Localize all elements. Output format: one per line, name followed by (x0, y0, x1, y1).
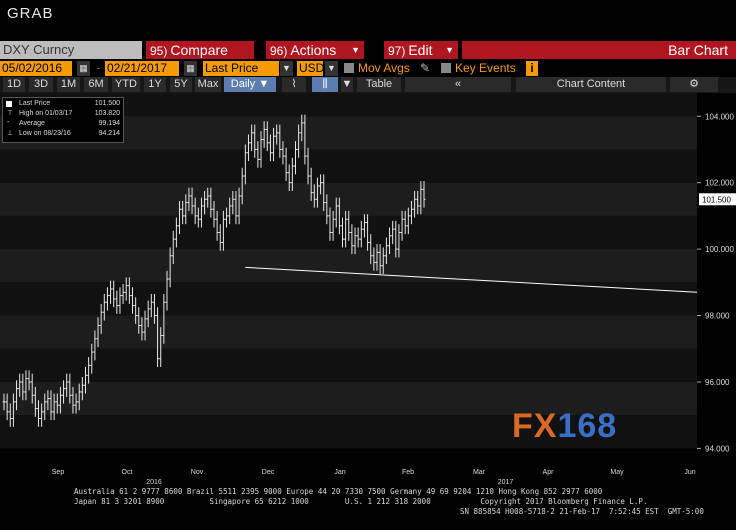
last-price-swatch (6, 101, 12, 107)
y-tick-label: 98.000 (705, 312, 730, 321)
year-label: 2016 (146, 479, 162, 485)
collapse-icon[interactable]: « (405, 77, 511, 92)
key-events-label: Key Events (455, 61, 516, 75)
title-bar: GRAB (0, 0, 736, 40)
date-separator: - (92, 61, 105, 76)
x-tick-label: Dec (262, 469, 275, 476)
average-marker-icon: - (7, 119, 10, 126)
y-tick-label: 94.000 (705, 444, 730, 453)
mov-avgs-label: Mov Avgs (358, 61, 410, 75)
footer-contacts-2: Japan 81 3 3201 8900 Singapore 65 6212 1… (74, 497, 648, 506)
end-date-field[interactable]: 02/21/2017 (105, 61, 179, 76)
grid-band (0, 149, 697, 183)
chart-svg: 104.000 102.000 100.000 98.000 96.000 94.000 S… (0, 93, 736, 486)
chart-type-button[interactable]: Bar Chart (462, 41, 736, 59)
legend-last-price-value: 101.500 (94, 100, 120, 107)
watermark-168: 168 (557, 407, 618, 445)
ticker-field[interactable]: DXY Curncy (0, 41, 142, 59)
period-button-max[interactable]: Max (195, 77, 221, 92)
grid-band (0, 348, 697, 382)
calendar-icon[interactable]: ▦ (77, 61, 90, 76)
chevron-down-icon: ▼ (258, 78, 270, 90)
key-events-checkbox[interactable] (441, 63, 451, 73)
actions-num: 96) (270, 44, 288, 58)
chevron-down-icon[interactable]: ▼ (325, 61, 338, 76)
x-tick-label: Apr (543, 469, 555, 476)
x-tick-label: Sep (52, 469, 65, 476)
currency-select[interactable]: USD (297, 61, 324, 76)
y-tick-label: 102.000 (705, 179, 734, 188)
edit-num: 97) (388, 44, 406, 58)
period-button-1m[interactable]: 1M (57, 77, 80, 92)
low-marker-icon: ⊥ (7, 130, 14, 137)
period-button-3d[interactable]: 3D (29, 77, 53, 92)
edit-menu-button[interactable]: 97) Edit ▼ (384, 41, 458, 59)
period-button-1y[interactable]: 1Y (144, 77, 166, 92)
y-tick-label: 96.000 (705, 378, 730, 387)
chevron-down-icon[interactable]: ▼ (280, 61, 293, 76)
edit-label: Edit (408, 42, 433, 58)
compare-button[interactable]: 95) Compare (146, 41, 254, 59)
x-tick-label: Nov (191, 469, 204, 476)
mov-avgs-checkbox[interactable] (344, 63, 354, 73)
y-tick-label: 100.000 (705, 245, 734, 254)
legend-average-value: 99.194 (98, 120, 120, 127)
start-date-field[interactable]: 05/02/2016 (0, 61, 72, 76)
footer: Australia 61 2 9777 8600 Brazil 5511 239… (0, 486, 736, 530)
actions-dropdown-icon: ▼ (351, 45, 360, 55)
axis-background (697, 93, 736, 465)
actions-label: Actions (290, 42, 337, 58)
period-button-5y[interactable]: 5Y (170, 77, 192, 92)
window-title: GRAB (7, 5, 54, 22)
legend-last-price-label: Last Price (19, 100, 51, 107)
y-tick-label: 104.000 (705, 112, 734, 121)
chart-legend: Last Price 101.500 ⊤ High on 01/03/17 10… (2, 97, 124, 143)
grid-band (0, 249, 697, 283)
edit-dropdown-icon: ▼ (445, 45, 454, 55)
frequency-label: Daily (230, 78, 256, 90)
calendar-icon[interactable]: ▦ (184, 61, 197, 76)
grid-band (0, 182, 697, 216)
year-label: 2017 (498, 479, 514, 485)
info-icon[interactable]: i (526, 61, 538, 76)
x-tick-label: Jun (684, 469, 695, 476)
legend-high-value: 103.820 (94, 110, 120, 117)
compare-label: Compare (170, 42, 228, 58)
x-tick-label: Feb (402, 469, 414, 476)
period-button-1d[interactable]: 1D (3, 77, 25, 92)
x-tick-label: May (610, 469, 624, 476)
footer-session: SN 885854 H008-5718-2 21-Feb-17 7:52:45 … (460, 507, 704, 516)
period-button-ytd[interactable]: YTD (112, 77, 140, 92)
period-button-6m[interactable]: 6M (84, 77, 108, 92)
actions-menu-button[interactable]: 96) Actions ▼ (266, 41, 364, 59)
x-axis-background (0, 465, 736, 485)
watermark-fx: FX (512, 407, 558, 445)
table-button[interactable]: Table (357, 77, 401, 92)
x-tick-label: Oct (122, 469, 133, 476)
frequency-select[interactable]: Daily ▼ (224, 77, 276, 92)
high-marker-icon: ⊤ (7, 110, 14, 117)
price-chart[interactable]: 104.000 102.000 100.000 98.000 96.000 94.000 S… (0, 93, 736, 486)
footer-contacts: Australia 61 2 9777 8600 Brazil 5511 239… (74, 487, 603, 496)
legend-low-label: Low on 08/23/16 (19, 130, 71, 137)
price-field-select[interactable]: Last Price (203, 61, 279, 76)
line-chart-icon[interactable]: ⌇ (282, 77, 306, 92)
compare-num: 95) (150, 44, 168, 58)
legend-high-label: High on 01/03/17 (19, 110, 73, 117)
x-tick-label: Jan (334, 469, 345, 476)
bar-style-icon[interactable]: ⫼ (312, 77, 338, 92)
legend-average-label: Average (19, 120, 45, 127)
fx168-watermark: FX168 (512, 407, 617, 446)
last-price-tag: 101.500 (702, 195, 731, 204)
legend-low-value: 94.214 (98, 130, 120, 137)
chevron-down-icon[interactable]: ▼ (341, 77, 353, 92)
chart-type-label: Bar Chart (668, 42, 728, 58)
pencil-icon[interactable]: ✎ (420, 60, 430, 77)
x-tick-label: Mar (473, 469, 486, 476)
gear-icon[interactable]: ⚙ (670, 77, 718, 92)
chart-content-label: Chart Content (556, 78, 626, 90)
chart-content-button[interactable]: Chart Content (516, 77, 666, 92)
